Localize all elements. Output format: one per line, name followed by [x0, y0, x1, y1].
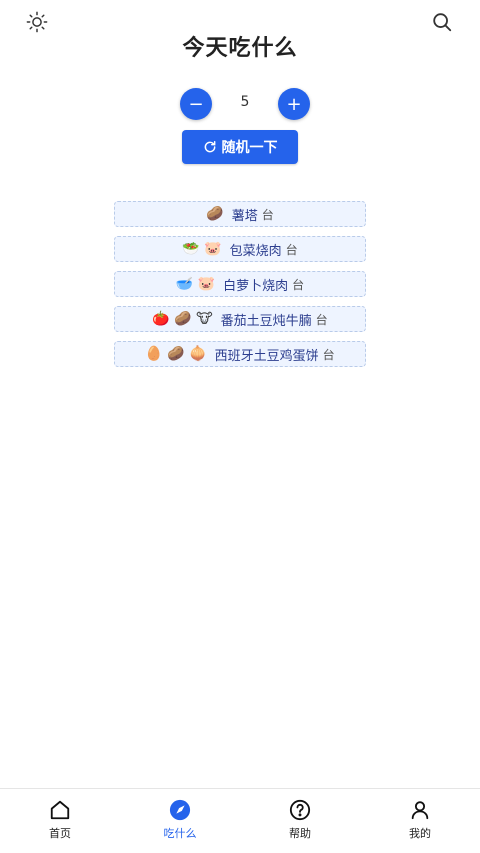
dish-emoji: 🥣 🐷	[175, 276, 216, 292]
dish-tail: 台	[315, 312, 328, 327]
dish-emoji: 🍅 🥔 🐮	[152, 311, 213, 327]
dish-name: 番茄土豆炖牛腩	[220, 313, 312, 329]
list-item[interactable]: 🥗 🐷 包菜烧肉 台	[114, 236, 366, 262]
home-icon	[50, 800, 70, 820]
count-value: 5	[240, 94, 250, 110]
count-stepper: − 5 +	[180, 88, 310, 120]
tab-label: 帮助	[289, 827, 311, 840]
list-item[interactable]: 🥚 🥔 🧅 西班牙土豆鸡蛋饼 台	[114, 341, 366, 367]
compass-icon	[169, 799, 191, 821]
decrease-button[interactable]: −	[180, 88, 212, 120]
tab-label: 吃什么	[163, 827, 197, 840]
user-icon	[411, 801, 429, 820]
dish-tail: 台	[322, 347, 335, 362]
tab-mine[interactable]: 我的	[360, 789, 480, 853]
dish-tail: 台	[285, 242, 298, 257]
tab-label: 首页	[49, 827, 71, 840]
list-item[interactable]: 🥣 🐷 白萝卜烧肉 台	[114, 271, 366, 297]
page-title: 今天吃什么	[182, 36, 298, 61]
dish-emoji: 🥔	[206, 206, 224, 222]
tab-eat[interactable]: 吃什么	[120, 789, 240, 853]
dish-name: 白萝卜烧肉	[223, 278, 289, 294]
help-icon	[289, 799, 311, 821]
bottom-tab-bar: 首页 吃什么 帮助 我的	[0, 788, 480, 853]
dish-emoji: 🥗 🐷	[182, 241, 222, 257]
refresh-icon	[204, 141, 215, 153]
random-button-label: 随机一下	[221, 140, 278, 156]
dish-name: 西班牙土豆鸡蛋饼	[214, 348, 319, 364]
list-item[interactable]: 🥔 薯塔 台	[114, 201, 366, 227]
list-item[interactable]: 🍅 🥔 🐮 番茄土豆炖牛腩 台	[114, 306, 366, 332]
dish-name: 包菜烧肉	[229, 243, 282, 259]
tab-label: 我的	[409, 827, 431, 840]
random-button[interactable]: 随机一下	[182, 130, 298, 164]
tab-home[interactable]: 首页	[0, 789, 120, 853]
increase-button[interactable]: +	[278, 88, 310, 120]
tab-help[interactable]: 帮助	[240, 789, 360, 853]
dish-emoji: 🥚 🥔 🧅	[145, 346, 207, 362]
dish-tail: 台	[292, 277, 305, 292]
dish-name: 薯塔	[231, 208, 258, 224]
dish-tail: 台	[261, 207, 274, 222]
dish-list: 🥔 薯塔 台 🥗 🐷 包菜烧肉 台 🥣 🐷 白萝卜烧肉 台 🍅 🥔 🐮 番茄土豆…	[114, 201, 366, 376]
